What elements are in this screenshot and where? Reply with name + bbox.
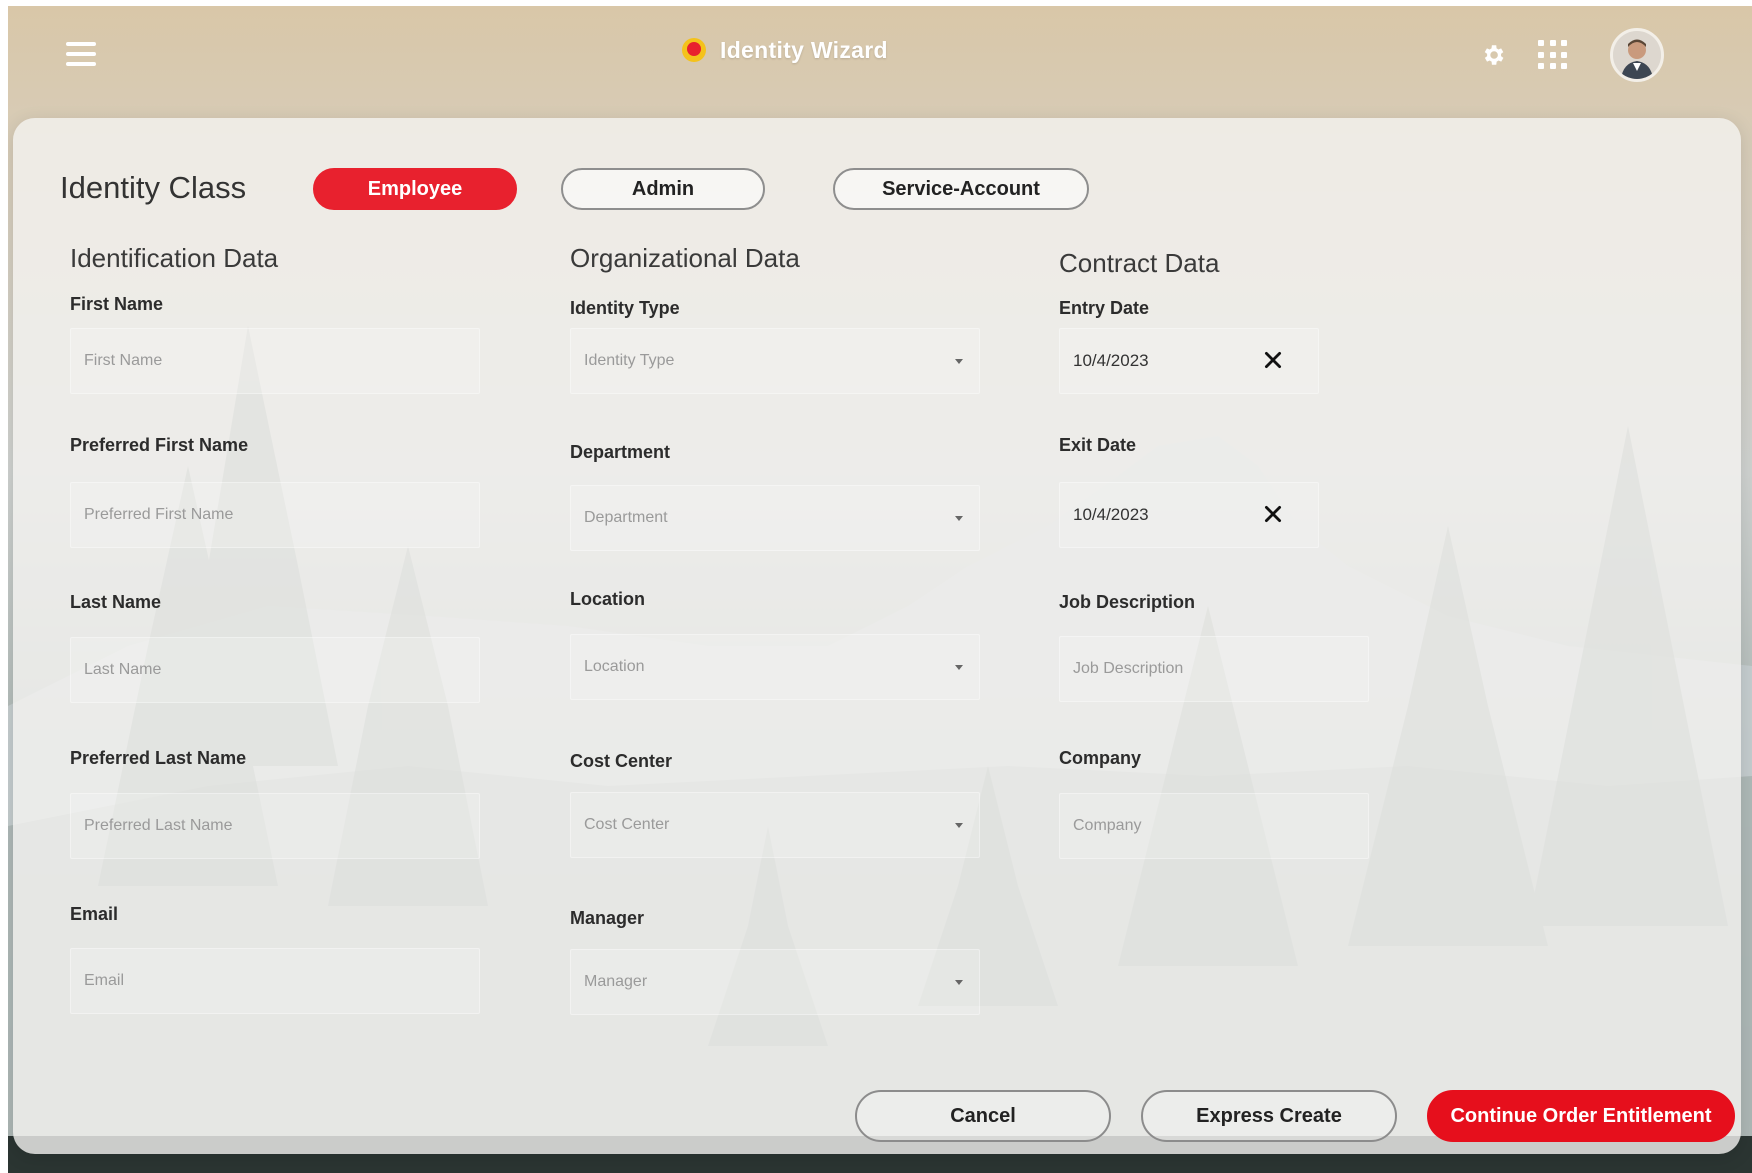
gear-icon[interactable] [1480,42,1506,68]
user-avatar[interactable] [1610,28,1664,82]
location-select[interactable]: Location [570,634,980,700]
identification-section-title: Identification Data [70,243,279,273]
first-name-placeholder: First Name [84,352,163,369]
job-description-input[interactable]: Job Description [1059,636,1369,702]
cost-center-select[interactable]: Cost Center [570,792,980,858]
contract-section-title: Contract Data [1059,248,1220,278]
entry-date-value: 10/4/2023 [1073,351,1149,370]
clear-entry-date-icon[interactable] [1262,349,1284,371]
top-bar: Identity Wizard [8,6,1752,106]
dropdown-caret-icon [955,823,963,828]
last-name-input[interactable]: Last Name [70,637,480,703]
company-label: Company [1059,748,1142,768]
entry-date-label: Entry Date [1059,298,1150,318]
department-label: Department [570,442,671,462]
dropdown-caret-icon [955,980,963,985]
app-title: Identity Wizard [720,36,888,63]
preferred-first-name-label: Preferred First Name [70,435,249,455]
app-logo-icon [682,38,706,62]
identity-class-employee-button[interactable]: Employee [313,168,517,210]
identity-class-admin-button[interactable]: Admin [561,168,765,210]
user-portrait-icon [1613,31,1661,79]
first-name-input[interactable]: First Name [70,328,480,394]
cost-center-label: Cost Center [570,751,673,771]
hamburger-menu-icon[interactable] [66,42,96,66]
entry-date-input[interactable]: 10/4/2023 [1059,328,1319,394]
department-placeholder: Department [584,509,668,526]
clear-exit-date-icon[interactable] [1262,503,1284,525]
app-window: Identity Wizard Identity Class Employee … [8,6,1752,1173]
last-name-placeholder: Last Name [84,661,162,678]
last-name-label: Last Name [70,592,162,612]
exit-date-input[interactable]: 10/4/2023 [1059,482,1319,548]
identity-class-selector: Identity Class Employee Admin Service-Ac… [60,168,1089,214]
identity-type-label: Identity Type [570,298,680,318]
exit-date-value: 10/4/2023 [1073,505,1149,524]
exit-date-label: Exit Date [1059,435,1137,455]
job-description-label: Job Description [1059,592,1196,612]
preferred-last-name-placeholder: Preferred Last Name [84,817,233,834]
app-brand: Identity Wizard [680,36,888,64]
identity-class-label: Identity Class [60,170,247,205]
preferred-first-name-input[interactable]: Preferred First Name [70,482,480,548]
identity-form-card: Identity Class Employee Admin Service-Ac… [13,118,1741,1154]
department-select[interactable]: Department [570,485,980,551]
dropdown-caret-icon [955,359,963,364]
preferred-last-name-label: Preferred Last Name [70,748,247,768]
express-create-button[interactable]: Express Create [1141,1090,1397,1142]
identity-type-select[interactable]: Identity Type [570,328,980,394]
email-placeholder: Email [84,972,125,989]
location-label: Location [570,589,645,609]
location-placeholder: Location [584,658,645,675]
identity-class-service-account-button[interactable]: Service-Account [833,168,1089,210]
manager-select[interactable]: Manager [570,949,980,1015]
cost-center-placeholder: Cost Center [584,816,670,833]
dropdown-caret-icon [955,516,963,521]
organizational-section-title: Organizational Data [570,243,800,273]
preferred-first-name-placeholder: Preferred First Name [84,506,234,523]
cancel-button[interactable]: Cancel [855,1090,1111,1142]
email-input[interactable]: Email [70,948,480,1014]
job-description-placeholder: Job Description [1073,660,1184,677]
app-grid-icon[interactable] [1538,40,1568,70]
email-label: Email [70,904,119,924]
preferred-last-name-input[interactable]: Preferred Last Name [70,793,480,859]
first-name-label: First Name [70,294,164,314]
dropdown-caret-icon [955,665,963,670]
company-placeholder: Company [1073,817,1142,834]
identity-type-placeholder: Identity Type [584,352,675,369]
manager-placeholder: Manager [584,973,648,990]
company-input[interactable]: Company [1059,793,1369,859]
manager-label: Manager [570,908,645,928]
continue-order-entitlement-button[interactable]: Continue Order Entitlement [1427,1090,1735,1142]
